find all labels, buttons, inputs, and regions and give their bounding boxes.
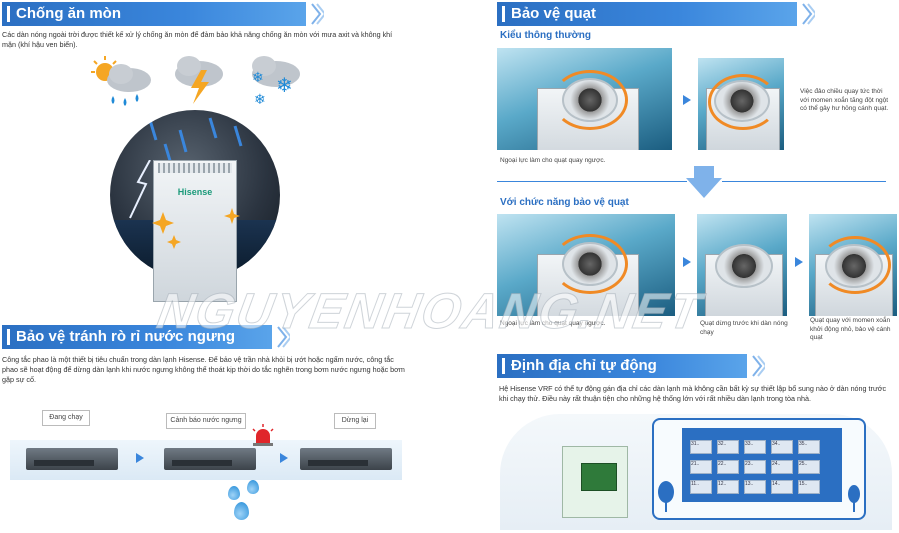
swirl-arrow — [708, 74, 778, 130]
label-alarm: Cảnh báo nước ngưng — [166, 413, 246, 429]
section-header-address: Định địa chỉ tự động — [497, 354, 765, 378]
arrow-right-icon — [280, 453, 288, 463]
water-drop-icon — [228, 486, 240, 500]
water-drop-icon — [247, 480, 259, 494]
pcb-board-icon — [581, 463, 617, 491]
arrow-right-icon — [683, 95, 691, 105]
water-drop-icon — [234, 502, 249, 520]
leak-text: Công tắc phao là một thiết bị tiêu chuẩn… — [2, 355, 405, 384]
label-stop: Dừng lại — [334, 413, 376, 429]
sun-rain-icon — [91, 56, 151, 106]
room-box: 23.. — [744, 460, 766, 474]
fan-normal-caption-right: Việc đảo chiều quay tức thời với momen x… — [800, 88, 889, 112]
watermark: NGUYENHOANG.NET — [153, 283, 708, 340]
room-box: 24.. — [771, 460, 793, 474]
room-box: 11.. — [690, 480, 712, 494]
spark-icons — [152, 208, 240, 249]
swirl-arrow — [552, 70, 628, 130]
fan-normal-caption-left: Ngoại lực làm cho quạt quay ngược. — [500, 157, 606, 164]
tree-icon — [848, 485, 860, 512]
outdoor-unit-small — [562, 446, 628, 518]
fan-photo-normal-1 — [497, 48, 672, 150]
section-title-corrosion: Chống ăn mòn — [16, 5, 121, 22]
room-box: 33.. — [744, 440, 766, 454]
chevron-right-icon — [802, 3, 815, 25]
address-text: Hệ Hisense VRF có thể tự động gán địa ch… — [499, 384, 887, 403]
arrow-down-icon — [686, 166, 722, 198]
room-box: 15.. — [798, 480, 820, 494]
room-box: 32.. — [717, 440, 739, 454]
section-header-fan: Bảo vệ quạt — [497, 2, 815, 26]
room-grid: 31.. 32.. 33.. 34.. 35.. 21.. 22.. 23.. … — [690, 440, 840, 498]
alarm-light-icon — [252, 424, 274, 446]
room-box: 35.. — [798, 440, 820, 454]
fan-photo-normal-2 — [698, 58, 784, 150]
swirl-arrow — [819, 236, 891, 294]
room-box: 21.. — [690, 460, 712, 474]
room-box: 22.. — [717, 460, 739, 474]
arrow-right-icon — [136, 453, 144, 463]
duct-unit-running — [26, 448, 118, 470]
arrow-right-icon — [683, 257, 691, 267]
section-header-corrosion: Chống ăn mòn — [2, 2, 324, 26]
fan-with-title: Với chức năng bảo vệ quạt — [500, 197, 629, 208]
svg-text:❄: ❄ — [254, 92, 266, 108]
room-box: 13.. — [744, 480, 766, 494]
svg-text:❄: ❄ — [276, 73, 293, 97]
unit-grille — [158, 163, 232, 173]
snow-icon: ❄ ❄ ❄ — [252, 56, 300, 108]
divider-line — [722, 181, 886, 182]
fan-normal-title: Kiểu thông thường — [500, 30, 591, 41]
divider-line — [497, 181, 687, 182]
duct-unit-alarm — [164, 448, 256, 470]
tree-icon — [658, 481, 674, 512]
chevron-right-icon — [311, 3, 324, 25]
svg-text:❄: ❄ — [252, 70, 264, 86]
room-box: 34.. — [771, 440, 793, 454]
corrosion-text: Các dàn nóng ngoài trời được thiết kế xử… — [2, 30, 393, 49]
room-box: 12.. — [717, 480, 739, 494]
duct-unit-stopped — [300, 448, 392, 470]
arrow-right-icon — [795, 257, 803, 267]
storm-lightning-icon — [175, 56, 223, 104]
label-running: Đang chạy — [42, 410, 90, 426]
weather-icons: ❄ ❄ ❄ — [91, 56, 300, 108]
brand-logo: Hisense — [177, 187, 213, 197]
room-box: 31.. — [690, 440, 712, 454]
fan-with-caption-3: Quạt quay với momen xoắn khởi động nhỏ, … — [810, 317, 891, 341]
fan-photo-with-3 — [809, 214, 897, 316]
room-box: 25.. — [798, 460, 820, 474]
room-box: 14.. — [771, 480, 793, 494]
section-title-address: Định địa chỉ tự động — [511, 357, 657, 374]
chevron-right-icon — [752, 355, 765, 377]
section-title-fan: Bảo vệ quạt — [511, 5, 597, 22]
